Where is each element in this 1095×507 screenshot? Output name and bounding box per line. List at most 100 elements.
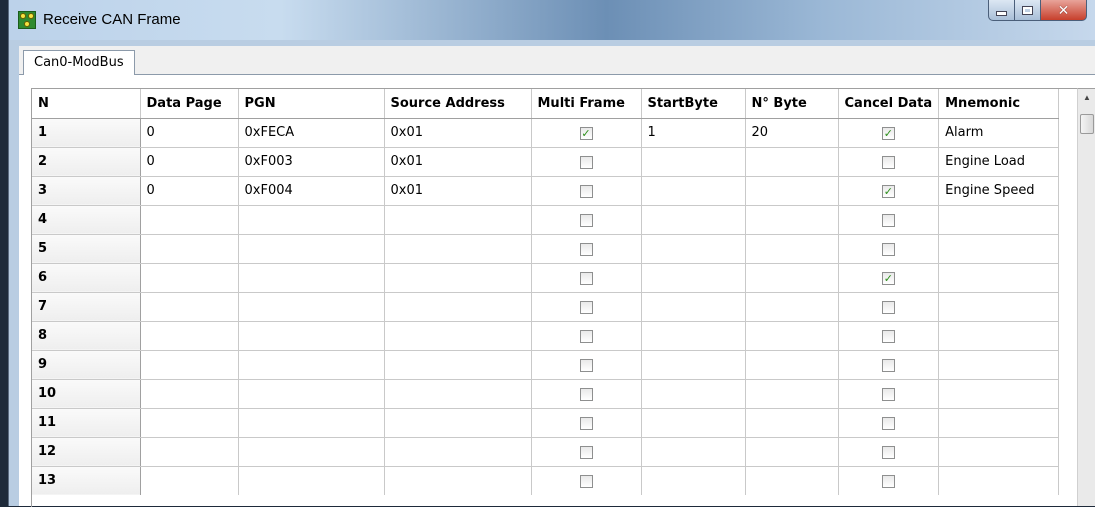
- n-byte-cell[interactable]: [745, 147, 839, 177]
- cancel-data-checkbox[interactable]: [881, 388, 895, 402]
- start-byte-cell[interactable]: [641, 147, 746, 177]
- cancel-data-checkbox[interactable]: [881, 156, 895, 170]
- n-byte-cell[interactable]: 20: [745, 118, 839, 148]
- multi-frame-checkbox[interactable]: [579, 156, 593, 170]
- source-address-cell[interactable]: [384, 205, 532, 235]
- data-page-cell[interactable]: [140, 321, 239, 351]
- row-number-cell[interactable]: 4: [32, 205, 141, 235]
- cancel-data-checkbox[interactable]: [881, 475, 895, 489]
- multi-frame-checkbox[interactable]: [579, 185, 593, 199]
- mnemonic-cell[interactable]: [938, 292, 1060, 322]
- start-byte-cell[interactable]: [641, 466, 746, 495]
- multi-frame-checkbox[interactable]: [579, 446, 593, 460]
- mnemonic-cell[interactable]: [938, 234, 1060, 264]
- row-number-cell[interactable]: 2: [32, 147, 141, 177]
- pgn-cell[interactable]: [238, 408, 385, 438]
- pgn-cell[interactable]: [238, 292, 385, 322]
- data-page-cell[interactable]: [140, 292, 239, 322]
- mnemonic-cell[interactable]: [938, 263, 1060, 293]
- source-address-cell[interactable]: [384, 379, 532, 409]
- start-byte-cell[interactable]: [641, 263, 746, 293]
- row-number-cell[interactable]: 7: [32, 292, 141, 322]
- cancel-data-checkbox[interactable]: [881, 214, 895, 228]
- data-page-cell[interactable]: 0: [140, 118, 239, 148]
- row-number-cell[interactable]: 3: [32, 176, 141, 206]
- multi-frame-checkbox[interactable]: [579, 330, 593, 344]
- multi-frame-checkbox[interactable]: ✓: [579, 127, 593, 141]
- column-header[interactable]: Multi Frame: [531, 89, 642, 119]
- pgn-cell[interactable]: [238, 379, 385, 409]
- n-byte-cell[interactable]: [745, 408, 839, 438]
- pgn-cell[interactable]: [238, 321, 385, 351]
- n-byte-cell[interactable]: [745, 466, 839, 495]
- start-byte-cell[interactable]: [641, 408, 746, 438]
- cancel-data-checkbox[interactable]: [881, 359, 895, 373]
- column-header[interactable]: Source Address: [384, 89, 532, 119]
- column-header[interactable]: N° Byte: [745, 89, 839, 119]
- data-page-cell[interactable]: [140, 263, 239, 293]
- cancel-data-checkbox[interactable]: [881, 243, 895, 257]
- mnemonic-cell[interactable]: Engine Speed: [938, 176, 1060, 206]
- pgn-cell[interactable]: [238, 263, 385, 293]
- start-byte-cell[interactable]: [641, 350, 746, 380]
- pgn-cell[interactable]: [238, 466, 385, 495]
- start-byte-cell[interactable]: [641, 205, 746, 235]
- column-header[interactable]: Mnemonic: [938, 89, 1060, 119]
- source-address-cell[interactable]: [384, 234, 532, 264]
- source-address-cell[interactable]: [384, 292, 532, 322]
- row-number-cell[interactable]: 13: [32, 466, 141, 495]
- n-byte-cell[interactable]: [745, 176, 839, 206]
- n-byte-cell[interactable]: [745, 234, 839, 264]
- source-address-cell[interactable]: [384, 437, 532, 467]
- cancel-data-checkbox[interactable]: [881, 446, 895, 460]
- n-byte-cell[interactable]: [745, 379, 839, 409]
- minimize-button[interactable]: [988, 0, 1015, 21]
- title-bar[interactable]: Receive CAN Frame ✕: [9, 0, 1095, 40]
- start-byte-cell[interactable]: [641, 292, 746, 322]
- cancel-data-checkbox[interactable]: [881, 330, 895, 344]
- row-number-cell[interactable]: 9: [32, 350, 141, 380]
- row-number-cell[interactable]: 10: [32, 379, 141, 409]
- data-page-cell[interactable]: [140, 350, 239, 380]
- vertical-scrollbar[interactable]: ▲: [1077, 88, 1095, 506]
- column-header[interactable]: Cancel Data: [838, 89, 940, 119]
- data-page-cell[interactable]: [140, 437, 239, 467]
- scroll-up-icon[interactable]: ▲: [1078, 89, 1095, 107]
- cancel-data-checkbox[interactable]: ✓: [881, 127, 895, 141]
- close-button[interactable]: ✕: [1041, 0, 1087, 21]
- data-page-cell[interactable]: [140, 234, 239, 264]
- data-page-cell[interactable]: 0: [140, 147, 239, 177]
- data-page-cell[interactable]: [140, 408, 239, 438]
- start-byte-cell[interactable]: [641, 379, 746, 409]
- n-byte-cell[interactable]: [745, 350, 839, 380]
- row-number-cell[interactable]: 11: [32, 408, 141, 438]
- mnemonic-cell[interactable]: [938, 379, 1060, 409]
- mnemonic-cell[interactable]: [938, 408, 1060, 438]
- pgn-cell[interactable]: 0xF003: [238, 147, 385, 177]
- n-byte-cell[interactable]: [745, 321, 839, 351]
- source-address-cell[interactable]: 0x01: [384, 176, 532, 206]
- source-address-cell[interactable]: 0x01: [384, 147, 532, 177]
- column-header[interactable]: StartByte: [641, 89, 746, 119]
- pgn-cell[interactable]: 0xF004: [238, 176, 385, 206]
- start-byte-cell[interactable]: [641, 234, 746, 264]
- cancel-data-checkbox[interactable]: ✓: [881, 185, 895, 199]
- data-page-cell[interactable]: [140, 466, 239, 495]
- row-number-cell[interactable]: 5: [32, 234, 141, 264]
- source-address-cell[interactable]: 0x01: [384, 118, 532, 148]
- multi-frame-checkbox[interactable]: [579, 214, 593, 228]
- start-byte-cell[interactable]: 1: [641, 118, 746, 148]
- start-byte-cell[interactable]: [641, 321, 746, 351]
- mnemonic-cell[interactable]: Alarm: [938, 118, 1060, 148]
- row-number-cell[interactable]: 12: [32, 437, 141, 467]
- data-page-cell[interactable]: 0: [140, 176, 239, 206]
- start-byte-cell[interactable]: [641, 437, 746, 467]
- cancel-data-checkbox[interactable]: [881, 417, 895, 431]
- n-byte-cell[interactable]: [745, 292, 839, 322]
- tab-can0-modbus[interactable]: Can0-ModBus: [23, 50, 135, 75]
- mnemonic-cell[interactable]: [938, 437, 1060, 467]
- row-number-cell[interactable]: 8: [32, 321, 141, 351]
- row-number-cell[interactable]: 1: [32, 118, 141, 148]
- pgn-cell[interactable]: 0xFECA: [238, 118, 385, 148]
- multi-frame-checkbox[interactable]: [579, 359, 593, 373]
